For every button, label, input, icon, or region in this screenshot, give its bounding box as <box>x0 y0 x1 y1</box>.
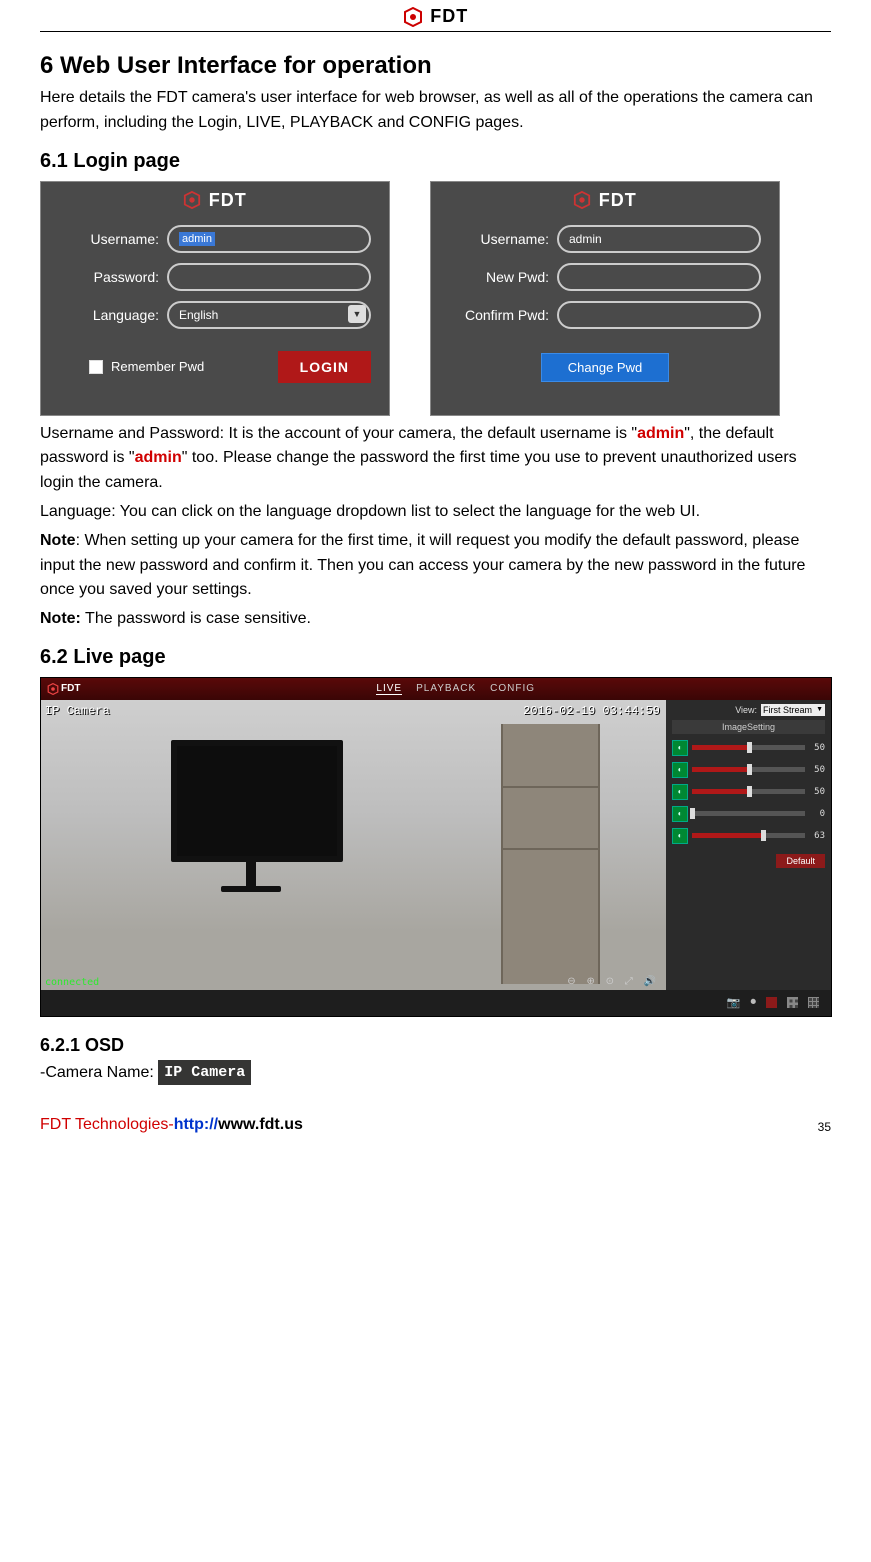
scene-cabinet-icon <box>501 724 600 984</box>
image-slider[interactable]: ◐0 <box>672 806 825 822</box>
tab-live[interactable]: LIVE <box>376 683 402 695</box>
heading-6-2: 6.2 Live page <box>40 646 831 669</box>
layout-1-icon[interactable] <box>766 997 777 1008</box>
layout-9-icon[interactable] <box>808 997 819 1008</box>
video-controls[interactable]: ⊖ ⊕ ⊙ ⤢ 🔊 <box>567 976 660 987</box>
username-input[interactable]: admin <box>167 225 371 253</box>
image-slider[interactable]: ◐63 <box>672 828 825 844</box>
login-screenshots-row: FDT Username: admin Password: Language: … <box>40 181 831 416</box>
osd-camera-name: IP Camera <box>45 704 110 718</box>
image-slider[interactable]: ◐50 <box>672 740 825 756</box>
change-pwd-button[interactable]: Change Pwd <box>541 353 669 382</box>
slider-icon: ◐ <box>672 828 688 844</box>
slider-icon: ◐ <box>672 784 688 800</box>
login-button[interactable]: LOGIN <box>278 351 371 383</box>
brand-text: FDT <box>209 190 247 210</box>
brand-text: FDT <box>599 190 637 210</box>
tab-playback[interactable]: PLAYBACK <box>416 683 476 695</box>
change-password-panel: FDT Username: admin New Pwd: Confirm Pwd… <box>430 181 780 416</box>
new-pwd-label: New Pwd: <box>449 269 557 285</box>
live-tabs: LIVE PLAYBACK CONFIG <box>376 683 535 695</box>
brand-icon <box>183 191 201 209</box>
view-label: View: <box>735 705 757 715</box>
username-label: Username: <box>449 231 557 247</box>
status-connected: connected <box>45 977 99 988</box>
username-label: Username: <box>59 231 167 247</box>
username-password-paragraph: Username and Password: It is the account… <box>40 422 831 496</box>
intro-paragraph: Here details the FDT camera's user inter… <box>40 86 831 136</box>
footer-company: FDT Technologies- <box>40 1116 174 1133</box>
confirm-pwd-label: Confirm Pwd: <box>449 307 557 323</box>
default-button[interactable]: Default <box>776 854 825 868</box>
live-top-bar: FDT LIVE PLAYBACK CONFIG <box>41 678 831 700</box>
username-input[interactable]: admin <box>557 225 761 253</box>
osd-camera-name-line: -Camera Name: IP Camera <box>40 1060 831 1086</box>
slider-icon: ◐ <box>672 762 688 778</box>
chevron-down-icon: ▼ <box>816 706 823 713</box>
language-paragraph: Language: You can click on the language … <box>40 500 831 525</box>
change-panel-logo: FDT <box>449 190 761 211</box>
brand-icon <box>573 191 591 209</box>
record-icon[interactable]: ⏺ <box>751 996 757 1009</box>
image-setting-panel: View: First Stream▼ ImageSetting ◐50◐50◐… <box>666 700 831 990</box>
brand-text: FDT <box>430 6 468 26</box>
password-label: Password: <box>59 269 167 285</box>
snapshot-icon[interactable]: 📷 <box>727 996 741 1009</box>
layout-4-icon[interactable] <box>787 997 798 1008</box>
login-panel: FDT Username: admin Password: Language: … <box>40 181 390 416</box>
image-slider[interactable]: ◐50 <box>672 762 825 778</box>
heading-6-2-1: 6.2.1 OSD <box>40 1035 831 1056</box>
osd-tag: IP Camera <box>158 1060 251 1085</box>
scene-monitor-icon <box>171 740 331 890</box>
note-1: Note: When setting up your camera for th… <box>40 529 831 603</box>
brand-icon: FDT <box>47 683 80 695</box>
language-label: Language: <box>59 307 167 323</box>
slider-icon: ◐ <box>672 740 688 756</box>
slider-icon: ◐ <box>672 806 688 822</box>
heading-6-1: 6.1 Login page <box>40 150 831 173</box>
page-header-logo: FDT <box>40 0 831 32</box>
remember-label: Remember Pwd <box>111 359 204 374</box>
remember-checkbox[interactable] <box>89 360 103 374</box>
language-select[interactable]: English ▼ <box>167 301 371 329</box>
page-footer: FDT Technologies-http://www.fdt.us 35 <box>40 1116 831 1134</box>
confirm-pwd-input[interactable] <box>557 301 761 329</box>
image-setting-header: ImageSetting <box>672 720 825 734</box>
tab-config[interactable]: CONFIG <box>490 683 535 695</box>
note-2: Note: The password is case sensitive. <box>40 607 831 632</box>
heading-section-6: 6 Web User Interface for operation <box>40 52 831 80</box>
password-input[interactable] <box>167 263 371 291</box>
login-panel-logo: FDT <box>59 190 371 211</box>
image-slider[interactable]: ◐50 <box>672 784 825 800</box>
view-select[interactable]: First Stream▼ <box>761 704 825 716</box>
brand-icon <box>403 7 423 27</box>
live-page-screenshot: FDT LIVE PLAYBACK CONFIG IP Camera 2016-… <box>40 677 832 1017</box>
osd-timestamp: 2016-02-19 03:44:59 <box>523 704 660 718</box>
live-bottom-bar: 📷 ⏺ <box>41 990 831 1016</box>
chevron-down-icon: ▼ <box>348 305 366 323</box>
video-area: IP Camera 2016-02-19 03:44:59 connected … <box>41 700 666 990</box>
new-pwd-input[interactable] <box>557 263 761 291</box>
page-number: 35 <box>818 1120 831 1134</box>
